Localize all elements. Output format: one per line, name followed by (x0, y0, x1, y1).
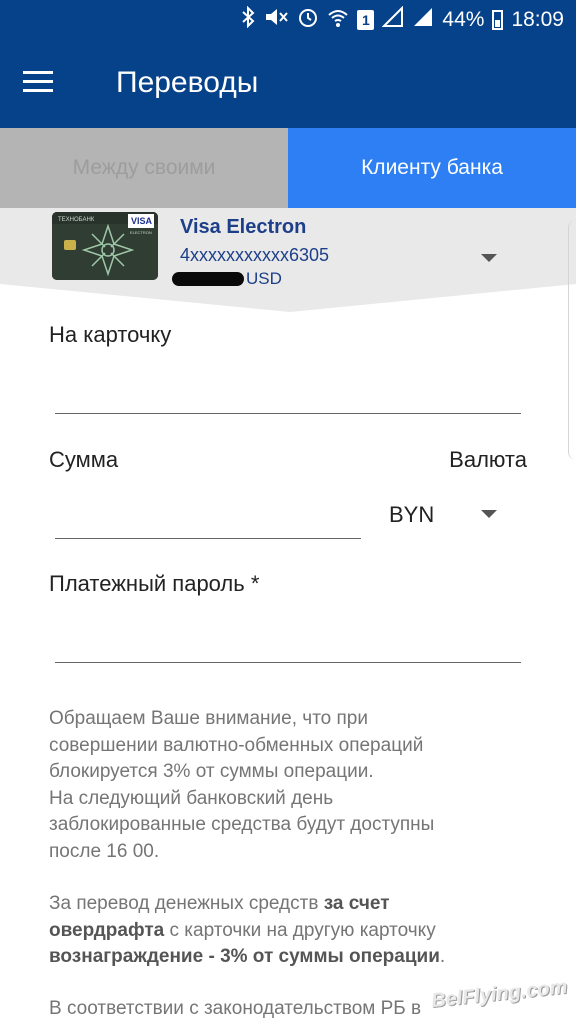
alarm-icon (297, 6, 319, 34)
notice-line: совершении валютно-обменных операций (49, 734, 424, 756)
notice-line: вознаграждение - 3% от суммы операции. (49, 946, 446, 967)
mute-icon (263, 6, 289, 34)
tabs: Между своими Клиенту банка (0, 128, 576, 208)
card-brand: VISA (131, 216, 153, 226)
battery-icon (492, 10, 504, 30)
notice-line: За перевод денежных средств за счет (49, 893, 390, 914)
amount-label: Сумма (49, 447, 119, 472)
card-image: ТЕХНОБАНК VISA ELECTRON (52, 212, 158, 280)
bluetooth-icon (241, 5, 255, 34)
card-balance: USD (172, 269, 282, 289)
battery-percent: 44% (442, 8, 485, 31)
notice-line: овердрафта с карточки на другую карточку (49, 919, 436, 941)
notice-exchange: Обращаем Ваше внимание, что при совершен… (49, 706, 529, 865)
amount-underline (55, 538, 361, 539)
redacted-balance (172, 272, 244, 286)
password-underline (55, 662, 521, 663)
dropdown-arrow-icon[interactable] (481, 254, 497, 262)
status-time: 18:09 (511, 8, 564, 31)
menu-icon[interactable] (23, 71, 53, 93)
amount-input[interactable] (55, 500, 361, 534)
tab-own-accounts[interactable]: Между своими (0, 128, 288, 208)
card-number: 4xxxxxxxxxxx6305 (180, 245, 330, 265)
to-card-underline (55, 413, 521, 414)
wifi-icon (327, 6, 349, 34)
currency-label: Валюта (449, 447, 527, 472)
notice-overdraft: За перевод денежных средств за счет овер… (49, 891, 529, 971)
signal-icon (412, 6, 434, 34)
notice-line: На следующий банковский день (49, 787, 334, 809)
password-label: Платежный пароль * (49, 571, 260, 596)
status-bar: 1 44% 18:09 (0, 0, 576, 40)
card-brand-sub: ELECTRON (130, 230, 152, 235)
notice-line: заблокированные средства будут доступны (49, 814, 435, 835)
to-card-input[interactable] (55, 375, 521, 409)
app-bar: Переводы (0, 40, 576, 128)
to-card-label: На карточку (49, 322, 172, 347)
tab-bank-client[interactable]: Клиенту банка (288, 128, 576, 208)
notice-line: после 16 00. (49, 840, 160, 862)
scroll-edge (568, 220, 576, 460)
sim-icon: 1 (357, 10, 375, 30)
notice-line: Обращаем Ваше внимание, что при (49, 708, 368, 729)
page-title: Переводы (116, 66, 259, 99)
password-input[interactable] (55, 624, 521, 658)
card-bank-name: ТЕХНОБАНК (58, 217, 95, 223)
dropdown-arrow-icon[interactable] (481, 510, 497, 518)
signal-icon (381, 5, 404, 34)
status-icons: 1 44% 18:09 (241, 5, 564, 34)
card-currency: USD (246, 269, 282, 288)
card-name: Visa Electron (180, 216, 307, 238)
notice-line: блокируется 3% от суммы операции. (49, 761, 374, 782)
currency-select[interactable]: BYN (389, 502, 434, 528)
